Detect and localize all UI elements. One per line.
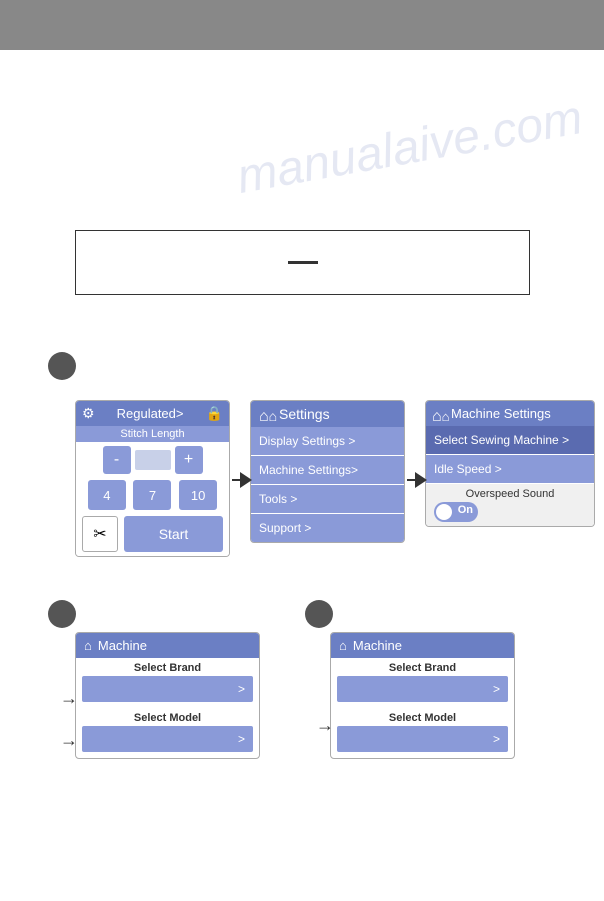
start-button[interactable]: Start bbox=[124, 516, 223, 552]
scissor-button[interactable]: ✂ bbox=[82, 516, 118, 552]
text-box-dash bbox=[288, 261, 318, 264]
settings-header: ⌂ Settings bbox=[251, 401, 404, 427]
tools-btn[interactable]: Tools > bbox=[251, 485, 404, 514]
gear-icon: ⚙ bbox=[82, 405, 95, 422]
arrow-1 bbox=[232, 472, 252, 488]
stitch-label: Stitch Length bbox=[76, 426, 229, 442]
toggle-track[interactable]: On bbox=[434, 502, 478, 522]
watermark: manualaive.com bbox=[232, 90, 586, 205]
select-sewing-machine-btn[interactable]: Select Sewing Machine > bbox=[426, 426, 594, 455]
num-row: 4 7 10 bbox=[76, 478, 229, 512]
panel-settings: ⌂ Settings Display Settings > Machine Se… bbox=[250, 400, 405, 543]
overspeed-toggle-row: Overspeed Sound On bbox=[426, 484, 594, 526]
support-btn[interactable]: Support > bbox=[251, 514, 404, 542]
num-btn-7[interactable]: 7 bbox=[133, 480, 171, 510]
model-select-btn-b[interactable]: > bbox=[337, 726, 508, 752]
step-bullet-2 bbox=[48, 600, 76, 628]
minus-button[interactable]: - bbox=[103, 446, 131, 474]
brand-label-a: Select Brand bbox=[76, 658, 259, 676]
brand-select-btn-a[interactable]: > bbox=[82, 676, 253, 702]
toggle-label: Overspeed Sound bbox=[434, 488, 586, 500]
plus-button[interactable]: + bbox=[175, 446, 203, 474]
bottom-row: ✂ Start bbox=[76, 512, 229, 556]
model-label-a: Select Model bbox=[76, 708, 259, 726]
machine-settings-btn[interactable]: Machine Settings> bbox=[251, 456, 404, 485]
idle-speed-btn[interactable]: Idle Speed > bbox=[426, 455, 594, 484]
lock-icon: 🔒 bbox=[206, 405, 223, 422]
panel-regulated: ⚙ Regulated> 🔒 Stitch Length - + 4 7 10 … bbox=[75, 400, 230, 557]
stitch-input-box bbox=[135, 450, 171, 470]
machine-a-header: ⌂ Machine bbox=[76, 633, 259, 658]
brand-select-btn-b[interactable]: > bbox=[337, 676, 508, 702]
panel-machine-settings: ⌂ Machine Settings Select Sewing Machine… bbox=[425, 400, 595, 527]
arrow-2 bbox=[407, 472, 427, 488]
machine-a-title: Machine bbox=[98, 638, 147, 653]
home-icon-2: ⌂ bbox=[432, 408, 446, 420]
num-btn-10[interactable]: 10 bbox=[179, 480, 217, 510]
home-icon-3: ⌂ bbox=[84, 638, 92, 653]
toggle-on-text: On bbox=[458, 504, 473, 516]
toggle-knob bbox=[436, 504, 452, 520]
regulated-title: Regulated> bbox=[117, 406, 184, 421]
step-bullet-3 bbox=[305, 600, 333, 628]
machine-b-header: ⌂ Machine bbox=[331, 633, 514, 658]
step-bullet-1 bbox=[48, 352, 76, 380]
text-box bbox=[75, 230, 530, 295]
panel-machine-a: ⌂ Machine Select Brand > Select Model > bbox=[75, 632, 260, 759]
arrow-model-a: → bbox=[60, 730, 78, 751]
arrow-b: → bbox=[316, 715, 334, 736]
home-icon-4: ⌂ bbox=[339, 638, 347, 653]
toggle-switch: On bbox=[434, 502, 586, 522]
machine-settings-title: Machine Settings bbox=[451, 406, 551, 421]
model-label-b: Select Model bbox=[331, 708, 514, 726]
machine-settings-header: ⌂ Machine Settings bbox=[426, 401, 594, 426]
machine-b-title: Machine bbox=[353, 638, 402, 653]
home-icon: ⌂ bbox=[259, 408, 273, 420]
settings-title: Settings bbox=[279, 406, 330, 422]
num-btn-4[interactable]: 4 bbox=[88, 480, 126, 510]
brand-label-b: Select Brand bbox=[331, 658, 514, 676]
panel-machine-b: ⌂ Machine Select Brand > Select Model > bbox=[330, 632, 515, 759]
model-select-btn-a[interactable]: > bbox=[82, 726, 253, 752]
arrow-brand-a: → bbox=[60, 688, 78, 709]
regulated-header: ⚙ Regulated> 🔒 bbox=[76, 401, 229, 426]
stitch-row: - + bbox=[76, 442, 229, 478]
display-settings-btn[interactable]: Display Settings > bbox=[251, 427, 404, 456]
top-bar bbox=[0, 0, 604, 50]
